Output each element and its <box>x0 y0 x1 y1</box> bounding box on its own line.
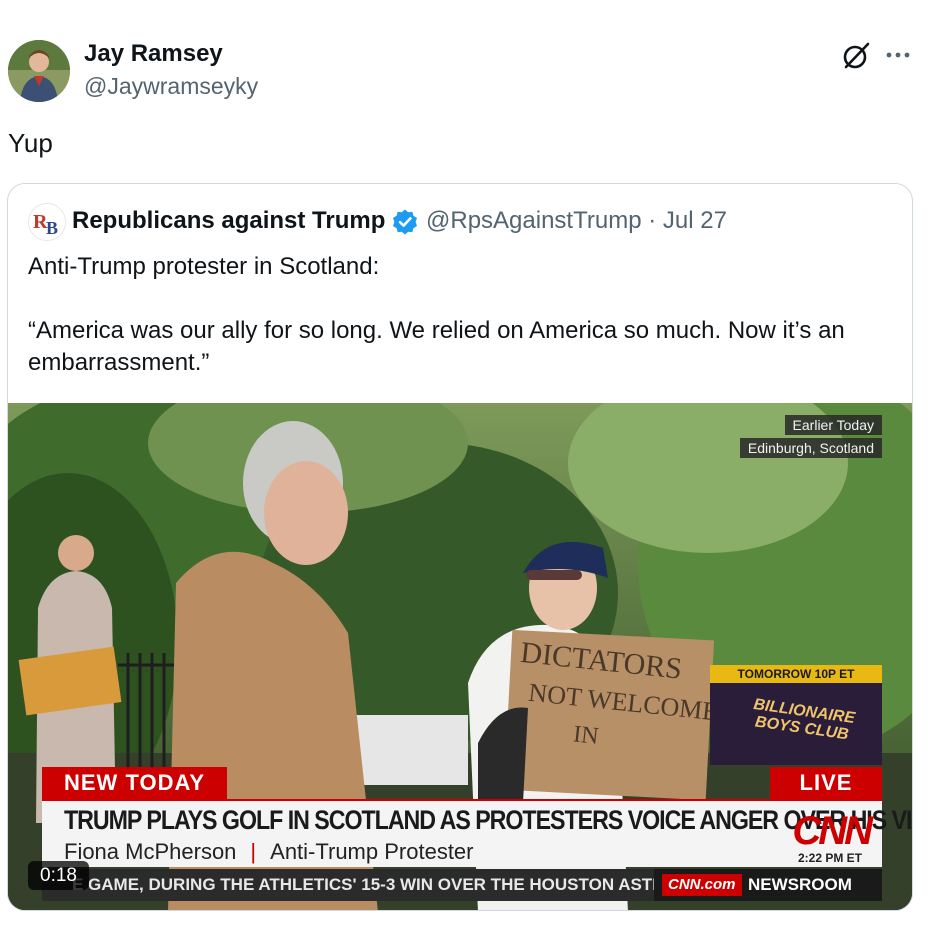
quoted-author-handle-date[interactable]: @RpsAgainstTrump · Jul 27 <box>426 207 727 235</box>
tweet: Jay Ramsey @Jaywramseyky Yup R B Republi… <box>0 0 934 930</box>
video-duration: 0:18 <box>28 861 89 890</box>
chyron-headline: TRUMP PLAYS GOLF IN SCOTLAND AS PROTESTE… <box>64 805 913 835</box>
newsroom-label: NEWSROOM <box>748 875 852 894</box>
live-badge: LIVE <box>770 767 882 799</box>
chyron: TRUMP PLAYS GOLF IN SCOTLAND AS PROTESTE… <box>42 799 912 867</box>
quoted-text-paragraph: “America was our ally for so long. We re… <box>28 317 845 376</box>
tweet-text: Yup <box>8 128 53 158</box>
more-icon[interactable] <box>883 40 913 70</box>
svg-text:IN: IN <box>572 721 600 750</box>
speaker-role: Anti-Trump Protester <box>270 839 474 864</box>
svg-text:B: B <box>46 218 58 238</box>
chyron-subhead: Fiona McPherson | Anti-Trump Protester <box>64 839 474 865</box>
quoted-text-paragraph: Anti-Trump protester in Scotland: <box>28 253 380 280</box>
avatar-image <box>8 40 70 102</box>
cnn-logo: CNN <box>792 809 873 853</box>
author-avatar[interactable] <box>8 40 70 102</box>
location-line: Earlier Today <box>784 415 882 435</box>
new-today-badge: NEW TODAY <box>42 767 227 799</box>
author-name[interactable]: Jay Ramsey <box>84 40 223 68</box>
cnn-com-logo: CNN.com <box>662 874 742 896</box>
quoted-tweet-text: Anti-Trump protester in Scotland: “Ameri… <box>28 251 888 379</box>
separator: | <box>250 839 257 864</box>
promo-time: TOMORROW 10P ET <box>737 667 855 681</box>
location-overlay: Earlier Today Edinburgh, Scotland <box>739 415 882 461</box>
video-player[interactable]: DICTATORS NOT WELCOME IN Earlier Today E… <box>8 403 912 910</box>
grok-icon[interactable] <box>840 40 872 72</box>
quoted-author-name[interactable]: Republicans against Trump <box>72 207 385 235</box>
quoted-author-avatar[interactable]: R B <box>28 203 66 241</box>
speaker-name: Fiona McPherson <box>64 839 237 864</box>
verified-badge-icon <box>391 208 419 236</box>
location-line: Edinburgh, Scotland <box>739 438 882 458</box>
broadcast-time: 2:22 PM ET <box>797 851 862 865</box>
author-handle[interactable]: @Jaywramseyky <box>84 73 258 100</box>
quoted-tweet[interactable]: R B Republicans against Trump @RpsAgains… <box>7 183 913 911</box>
